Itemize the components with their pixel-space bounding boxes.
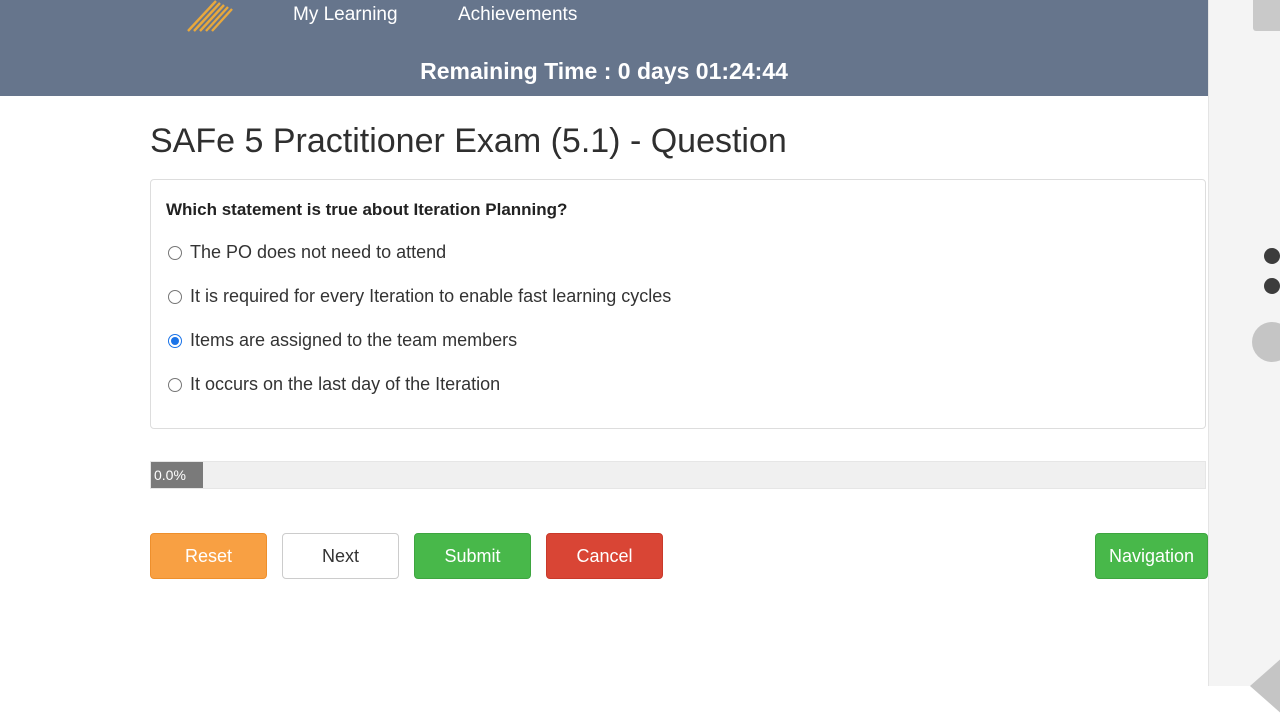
remaining-time: Remaining Time : 0 days 01:24:44 [420,58,788,84]
dot-icon [1264,278,1280,294]
answer-option-label: It is required for every Iteration to en… [190,286,672,306]
radio-button-selected[interactable] [168,333,182,348]
reset-button[interactable]: Reset [150,533,267,579]
answer-option-label: Items are assigned to the team members [190,330,518,350]
nav-achievements[interactable]: Achievements [458,4,577,26]
answer-option-3[interactable]: Items are assigned to the team members [168,330,517,351]
progress-bar: 0.0% [150,461,1206,489]
top-header: My Learning Achievements Remaining Time … [0,0,1208,96]
next-button[interactable]: Next [282,533,399,579]
answer-option-4[interactable]: It occurs on the last day of the Iterati… [168,374,500,395]
nav-my-learning[interactable]: My Learning [293,4,398,26]
question-card: Which statement is true about Iteration … [150,179,1206,429]
cancel-button[interactable]: Cancel [546,533,663,579]
question-text: Which statement is true about Iteration … [166,200,568,219]
side-panel-tab-icon[interactable] [1253,0,1280,31]
navigation-button[interactable]: Navigation [1095,533,1208,579]
radio-button[interactable] [168,245,182,260]
answer-option-label: The PO does not need to attend [190,242,447,262]
back-triangle-icon[interactable] [1250,656,1280,716]
progress-label: 0.0% [151,462,203,488]
answer-option-2[interactable]: It is required for every Iteration to en… [168,286,671,307]
dot-icon [1264,248,1280,264]
radio-button[interactable] [168,377,182,392]
striped-logo-icon [187,0,233,32]
page-title: SAFe 5 Practitioner Exam (5.1) - Questio… [150,122,787,160]
submit-button[interactable]: Submit [414,533,531,579]
radio-button[interactable] [168,289,182,304]
answer-option-1[interactable]: The PO does not need to attend [168,242,446,263]
answer-option-label: It occurs on the last day of the Iterati… [190,374,501,394]
